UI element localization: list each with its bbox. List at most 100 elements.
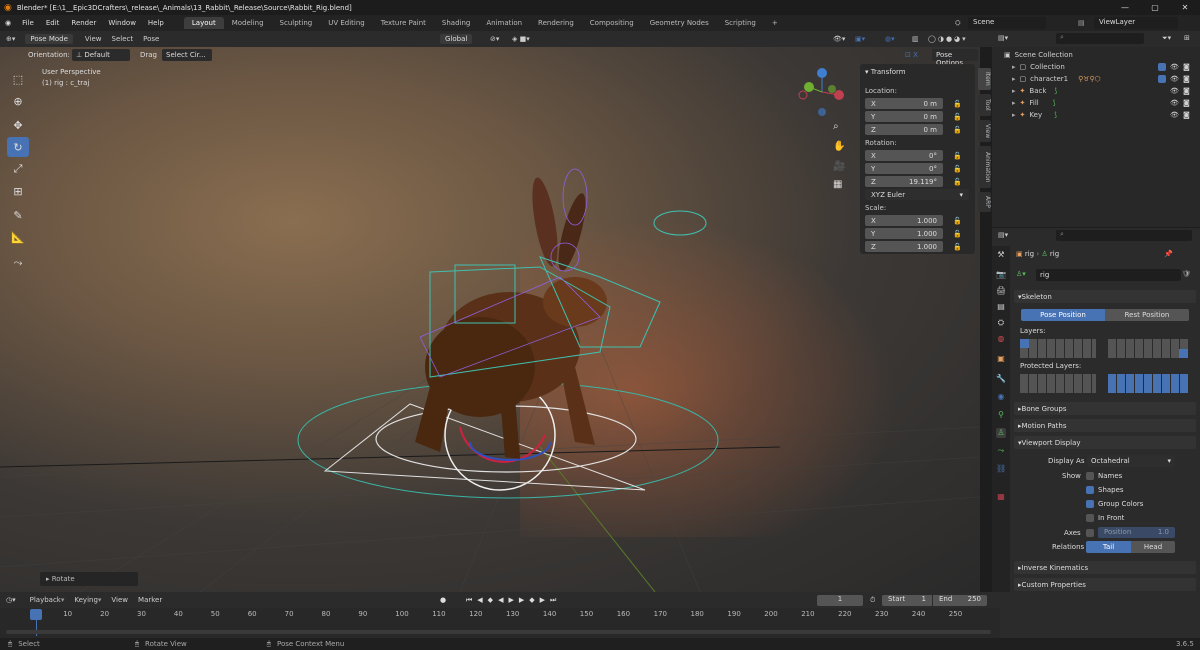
- shading-modes-icon[interactable]: ◯◑●◕▾: [928, 35, 968, 43]
- menu-edit[interactable]: Edit: [40, 19, 66, 27]
- properties-editor-icon[interactable]: ▤▾: [998, 231, 1008, 239]
- scene-tab-icon[interactable]: ⛭: [996, 318, 1006, 328]
- inverse-kinematics-panel-header[interactable]: ▸ Inverse Kinematics: [1014, 561, 1196, 574]
- visibility-eye-icon[interactable]: 👁: [1170, 75, 1179, 83]
- visibility-icon[interactable]: 👁▾: [833, 35, 845, 43]
- relations-head-button[interactable]: Head: [1131, 541, 1175, 553]
- bone-layers-grid-left[interactable]: [1020, 339, 1096, 358]
- transform-orientation-dropdown[interactable]: Global: [440, 34, 473, 44]
- transform-tool-icon[interactable]: ⊞: [7, 181, 29, 201]
- motion-paths-panel-header[interactable]: ▸ Motion Paths: [1014, 419, 1196, 432]
- location-z-field[interactable]: Z0 m: [865, 124, 943, 135]
- axes-position-slider[interactable]: Position 1.0: [1098, 527, 1175, 538]
- rest-position-button[interactable]: Rest Position: [1105, 309, 1189, 321]
- outliner-scene-collection[interactable]: ▣ Scene Collection: [992, 49, 1200, 61]
- bone-layers-grid-right[interactable]: [1108, 339, 1188, 358]
- bone-tab-icon[interactable]: ⤳: [996, 446, 1006, 456]
- texture-tab-icon[interactable]: ▦: [996, 492, 1006, 502]
- bone-groups-panel-header[interactable]: ▸ Bone Groups: [1014, 402, 1196, 415]
- render-camera-icon[interactable]: ◙: [1183, 99, 1190, 107]
- modifier-tab-icon[interactable]: 🔧: [996, 374, 1006, 384]
- render-camera-icon[interactable]: ◙: [1183, 111, 1190, 119]
- snap-icon[interactable]: ◈ ■▾: [512, 35, 530, 43]
- outliner-item-collection[interactable]: ▸ ▢ Collection 👁 ◙: [992, 61, 1200, 73]
- tab-shading[interactable]: Shading: [434, 17, 478, 29]
- camera-view-icon[interactable]: 🎥: [833, 161, 845, 172]
- cursor-tool-icon[interactable]: ⊕: [7, 91, 29, 111]
- overlay-icon[interactable]: ◍▾: [885, 35, 895, 43]
- rotation-y-field[interactable]: Y 0°: [865, 163, 943, 174]
- scale-z-field[interactable]: Z 1.000: [865, 241, 943, 252]
- outliner-item-key[interactable]: ▸ ✦ Key ⟆ 👁 ◙: [992, 109, 1200, 121]
- object-tab-icon[interactable]: ▣: [996, 354, 1006, 364]
- location-y-field[interactable]: Y0 m: [865, 111, 943, 122]
- axes-checkbox[interactable]: [1086, 529, 1098, 537]
- tab-layout[interactable]: Layout: [183, 17, 224, 29]
- record-icon[interactable]: ●: [440, 596, 446, 604]
- marker-menu[interactable]: Marker: [138, 596, 162, 604]
- end-frame-field[interactable]: End 250: [933, 594, 987, 606]
- zoom-icon[interactable]: ⌕: [833, 121, 839, 132]
- lock-icons[interactable]: 🔓 🔓 🔓: [953, 98, 962, 137]
- tab-scripting[interactable]: Scripting: [717, 17, 764, 29]
- outliner-editor-icon[interactable]: ▤▾: [998, 34, 1008, 42]
- menu-pose[interactable]: Pose: [143, 35, 159, 43]
- frame-ruler[interactable]: 1102030405060708090100110120130140150160…: [0, 609, 1000, 621]
- menu-render[interactable]: Render: [65, 19, 102, 27]
- scale-x-field[interactable]: X 1.000: [865, 215, 943, 226]
- pose-options-button[interactable]: Pose Options: [932, 49, 978, 67]
- viewport-display-panel-header[interactable]: ▾ Viewport Display: [1014, 436, 1196, 449]
- datablock-icon[interactable]: ♙▾: [1016, 270, 1026, 278]
- tab-animation[interactable]: Animation: [978, 146, 991, 188]
- render-tab-icon[interactable]: 📷: [996, 270, 1006, 280]
- tab-texture-paint[interactable]: Texture Paint: [373, 17, 434, 29]
- group-colors-checkbox[interactable]: Group Colors: [1086, 500, 1143, 508]
- exclude-checkbox[interactable]: [1158, 63, 1170, 71]
- close-button[interactable]: ✕: [1170, 0, 1200, 15]
- add-workspace-icon[interactable]: +: [764, 17, 786, 29]
- pose-x-mirror-icon[interactable]: ⊡ X: [905, 51, 918, 59]
- outliner-item-fill[interactable]: ▸ ✦ Fill ⟆ 👁 ◙: [992, 97, 1200, 109]
- scale-tool-icon[interactable]: ⤢: [7, 159, 29, 179]
- timeline-editor-icon[interactable]: ◷▾: [0, 596, 22, 604]
- rotation-z-field[interactable]: Z 19.119°: [865, 176, 943, 187]
- visibility-eye-icon[interactable]: 👁: [1170, 63, 1179, 71]
- exclude-checkbox[interactable]: [1158, 75, 1170, 83]
- playback-menu[interactable]: Playback: [30, 596, 61, 604]
- physics-tab-icon[interactable]: ◉: [996, 392, 1006, 402]
- ortho-grid-icon[interactable]: ▦: [833, 179, 842, 190]
- transform-panel-title[interactable]: ▾ Transform: [865, 68, 906, 76]
- mode-selector[interactable]: Pose Mode: [25, 34, 73, 44]
- 3d-viewport[interactable]: ⬚ ⊕ ✥ ↻ ⤢ ⊞ ✎ 📐 ⤳ User Perspective (1) r…: [0, 47, 980, 592]
- in-front-checkbox[interactable]: In Front: [1086, 514, 1124, 522]
- keying-menu[interactable]: Keying: [74, 596, 98, 604]
- tab-compositing[interactable]: Compositing: [582, 17, 642, 29]
- location-x-field[interactable]: X0 m: [865, 98, 943, 109]
- tab-item[interactable]: Item: [978, 68, 991, 90]
- visibility-eye-icon[interactable]: 👁: [1170, 111, 1179, 119]
- measure-tool-icon[interactable]: 📐: [7, 227, 29, 247]
- drag-dropdown[interactable]: Select Cir...: [162, 49, 212, 61]
- scene-selector[interactable]: Scene: [968, 17, 1046, 29]
- menu-view[interactable]: View: [85, 35, 102, 43]
- orientation-dropdown[interactable]: ⊥ Default: [72, 49, 130, 61]
- playback-controls-icon[interactable]: ⏮◀◆◀▶▶◆▶⏭: [466, 596, 561, 605]
- skeleton-panel-header[interactable]: ▾ Skeleton: [1014, 290, 1196, 303]
- tab-animation[interactable]: Animation: [478, 17, 530, 29]
- armature-data-tab-icon[interactable]: ♙: [996, 428, 1006, 438]
- properties-search-input[interactable]: ⌕: [1056, 230, 1192, 241]
- visibility-eye-icon[interactable]: 👁: [1170, 99, 1179, 107]
- world-tab-icon[interactable]: ◍: [996, 334, 1006, 344]
- menu-select[interactable]: Select: [112, 35, 134, 43]
- names-checkbox[interactable]: Names: [1086, 472, 1122, 480]
- outliner-item-back[interactable]: ▸ ✦ Back ⟆ 👁 ◙: [992, 85, 1200, 97]
- minimize-button[interactable]: —: [1110, 0, 1140, 15]
- output-tab-icon[interactable]: 🖨: [996, 286, 1006, 296]
- playhead[interactable]: [30, 609, 42, 620]
- viewlayer-selector[interactable]: ViewLayer: [1094, 17, 1178, 29]
- relations-tail-button[interactable]: Tail: [1086, 541, 1131, 553]
- outliner-search-input[interactable]: ⌕: [1056, 33, 1144, 44]
- last-operator-panel[interactable]: ▸ Rotate: [40, 572, 138, 586]
- preview-range-icon[interactable]: ⏱: [870, 596, 875, 605]
- tab-uv-editing[interactable]: UV Editing: [320, 17, 373, 29]
